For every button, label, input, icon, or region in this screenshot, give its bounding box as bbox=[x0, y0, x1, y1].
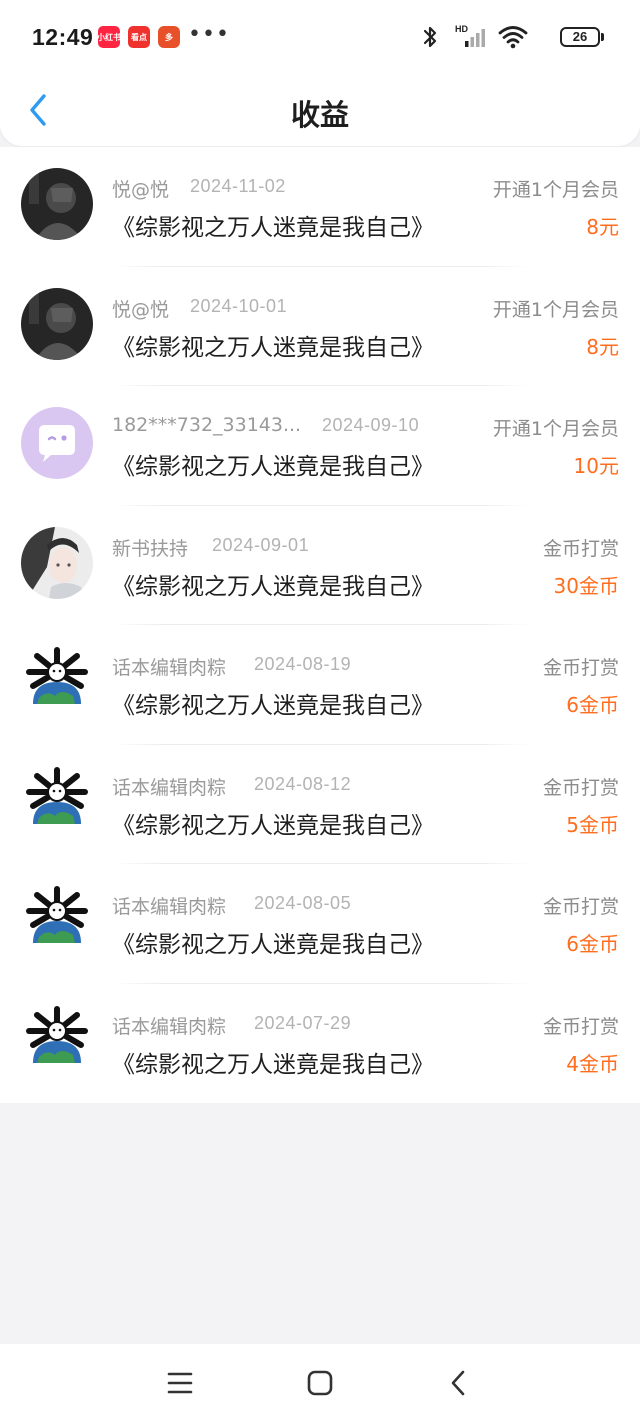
book-title: 《综影视之万人迷竟是我自己》 bbox=[112, 573, 434, 600]
earning-row[interactable]: 悦@悦 2024-11-02 开通1个月会员 《综影视之万人迷竟是我自己》 8元 bbox=[0, 147, 640, 267]
user-name: 新书扶持 bbox=[112, 537, 189, 560]
earning-amount: 8元 bbox=[586, 215, 619, 239]
battery-level: 26 bbox=[572, 29, 588, 44]
row-date: 2024-11-02 bbox=[190, 176, 286, 196]
xiaohongshu-app-icon: 小红书 bbox=[98, 26, 120, 48]
earning-amount: 6金币 bbox=[566, 932, 619, 956]
kandian-app-icon: 看点 bbox=[128, 26, 150, 48]
cartoon-earth-avatar[interactable] bbox=[21, 1004, 93, 1077]
book-title: 《综影视之万人迷竟是我自己》 bbox=[112, 334, 434, 361]
earnings-list: 悦@悦 2024-11-02 开通1个月会员 《综影视之万人迷竟是我自己》 8元… bbox=[0, 147, 640, 1103]
cartoon-earth-avatar[interactable] bbox=[21, 765, 93, 838]
earning-amount: 4金币 bbox=[566, 1051, 619, 1076]
earning-row[interactable]: 话本编辑肉粽 2024-08-12 金币打赏 《综影视之万人迷竟是我自己》 5金… bbox=[0, 745, 640, 864]
row-date: 2024-09-01 bbox=[212, 534, 310, 555]
earning-type: 开通1个月会员 bbox=[492, 179, 619, 201]
cartoon-earth-avatar[interactable] bbox=[21, 885, 93, 957]
game-app-icon: 多 bbox=[158, 26, 180, 48]
earning-amount: 6金币 bbox=[566, 693, 619, 717]
system-back-button[interactable] bbox=[442, 1367, 474, 1399]
row-date: 2024-09-10 bbox=[322, 415, 420, 435]
earning-type: 金币打赏 bbox=[542, 1015, 619, 1038]
earning-type: 金币打赏 bbox=[542, 776, 619, 799]
page-header: 收益 bbox=[0, 76, 640, 146]
user-name: 话本编辑肉粽 bbox=[112, 896, 227, 918]
book-title: 《综影视之万人迷竟是我自己》 bbox=[112, 932, 434, 958]
row-date: 2024-08-12 bbox=[254, 773, 352, 794]
status-bar: 12:49 小红书 看点 多 ••• HD 26 bbox=[0, 0, 640, 76]
earning-type: 金币打赏 bbox=[542, 657, 619, 679]
top-bar: 12:49 小红书 看点 多 ••• HD 26 收益 bbox=[0, 0, 640, 146]
user-name: 话本编辑肉粽 bbox=[112, 657, 227, 679]
status-time: 12:49 bbox=[32, 24, 94, 50]
book-title: 《综影视之万人迷竟是我自己》 bbox=[112, 454, 434, 480]
earning-row[interactable]: 话本编辑肉粽 2024-08-05 金币打赏 《综影视之万人迷竟是我自己》 6金… bbox=[0, 864, 640, 984]
earning-row[interactable]: 悦@悦 2024-10-01 开通1个月会员 《综影视之万人迷竟是我自己》 8元 bbox=[0, 267, 640, 386]
cartoon-earth-avatar[interactable] bbox=[21, 646, 93, 718]
earning-row[interactable]: 182***732_33143... 2024-09-10 开通1个月会员 《综… bbox=[0, 386, 640, 506]
book-title: 《综影视之万人迷竟是我自己》 bbox=[112, 812, 434, 839]
back-triangle-icon bbox=[451, 1370, 465, 1396]
book-title: 《综影视之万人迷竟是我自己》 bbox=[112, 1051, 434, 1078]
user-name: 悦@悦 bbox=[112, 298, 170, 321]
more-notifications-icon: ••• bbox=[188, 22, 230, 47]
book-title: 《综影视之万人迷竟是我自己》 bbox=[112, 215, 434, 241]
battery-icon: 26 bbox=[560, 27, 604, 47]
row-date: 2024-08-19 bbox=[254, 654, 352, 674]
user-name: 182***732_33143... bbox=[112, 414, 302, 436]
home-button[interactable] bbox=[304, 1367, 336, 1399]
earning-amount: 5金币 bbox=[566, 812, 619, 837]
dark-photo-avatar[interactable] bbox=[21, 287, 93, 360]
row-date: 2024-10-01 bbox=[190, 295, 288, 316]
earning-amount: 10元 bbox=[573, 454, 619, 478]
user-name: 话本编辑肉粽 bbox=[112, 776, 227, 799]
recents-button[interactable] bbox=[164, 1367, 196, 1399]
page-title: 收益 bbox=[290, 98, 349, 132]
earning-type: 开通1个月会员 bbox=[492, 298, 619, 321]
earning-row[interactable]: 话本编辑肉粽 2024-08-19 金币打赏 《综影视之万人迷竟是我自己》 6金… bbox=[0, 625, 640, 745]
dark-photo-avatar[interactable] bbox=[21, 168, 93, 240]
earning-type: 金币打赏 bbox=[542, 896, 619, 918]
book-title: 《综影视之万人迷竟是我自己》 bbox=[112, 693, 434, 719]
user-name: 悦@悦 bbox=[112, 179, 170, 201]
user-name: 话本编辑肉粽 bbox=[112, 1015, 227, 1038]
system-nav-bar bbox=[0, 1344, 640, 1422]
earning-amount: 8元 bbox=[586, 334, 619, 359]
default-chat-avatar[interactable] bbox=[21, 407, 93, 479]
menu-icon bbox=[167, 1372, 193, 1394]
earning-row[interactable]: 话本编辑肉粽 2024-07-29 金币打赏 《综影视之万人迷竟是我自己》 4金… bbox=[0, 984, 640, 1104]
home-square-icon bbox=[307, 1370, 333, 1396]
row-date: 2024-08-05 bbox=[254, 893, 352, 913]
earning-row[interactable]: 新书扶持 2024-09-01 金币打赏 《综影视之万人迷竟是我自己》 30金币 bbox=[0, 506, 640, 625]
row-date: 2024-07-29 bbox=[254, 1012, 352, 1033]
earning-type: 开通1个月会员 bbox=[492, 418, 619, 440]
anime-character-avatar[interactable] bbox=[21, 526, 93, 599]
bluetooth-icon bbox=[423, 26, 437, 48]
wifi-icon bbox=[498, 26, 528, 49]
hd-label: HD bbox=[455, 24, 468, 34]
earning-amount: 30金币 bbox=[553, 573, 619, 598]
earning-type: 金币打赏 bbox=[542, 537, 619, 560]
